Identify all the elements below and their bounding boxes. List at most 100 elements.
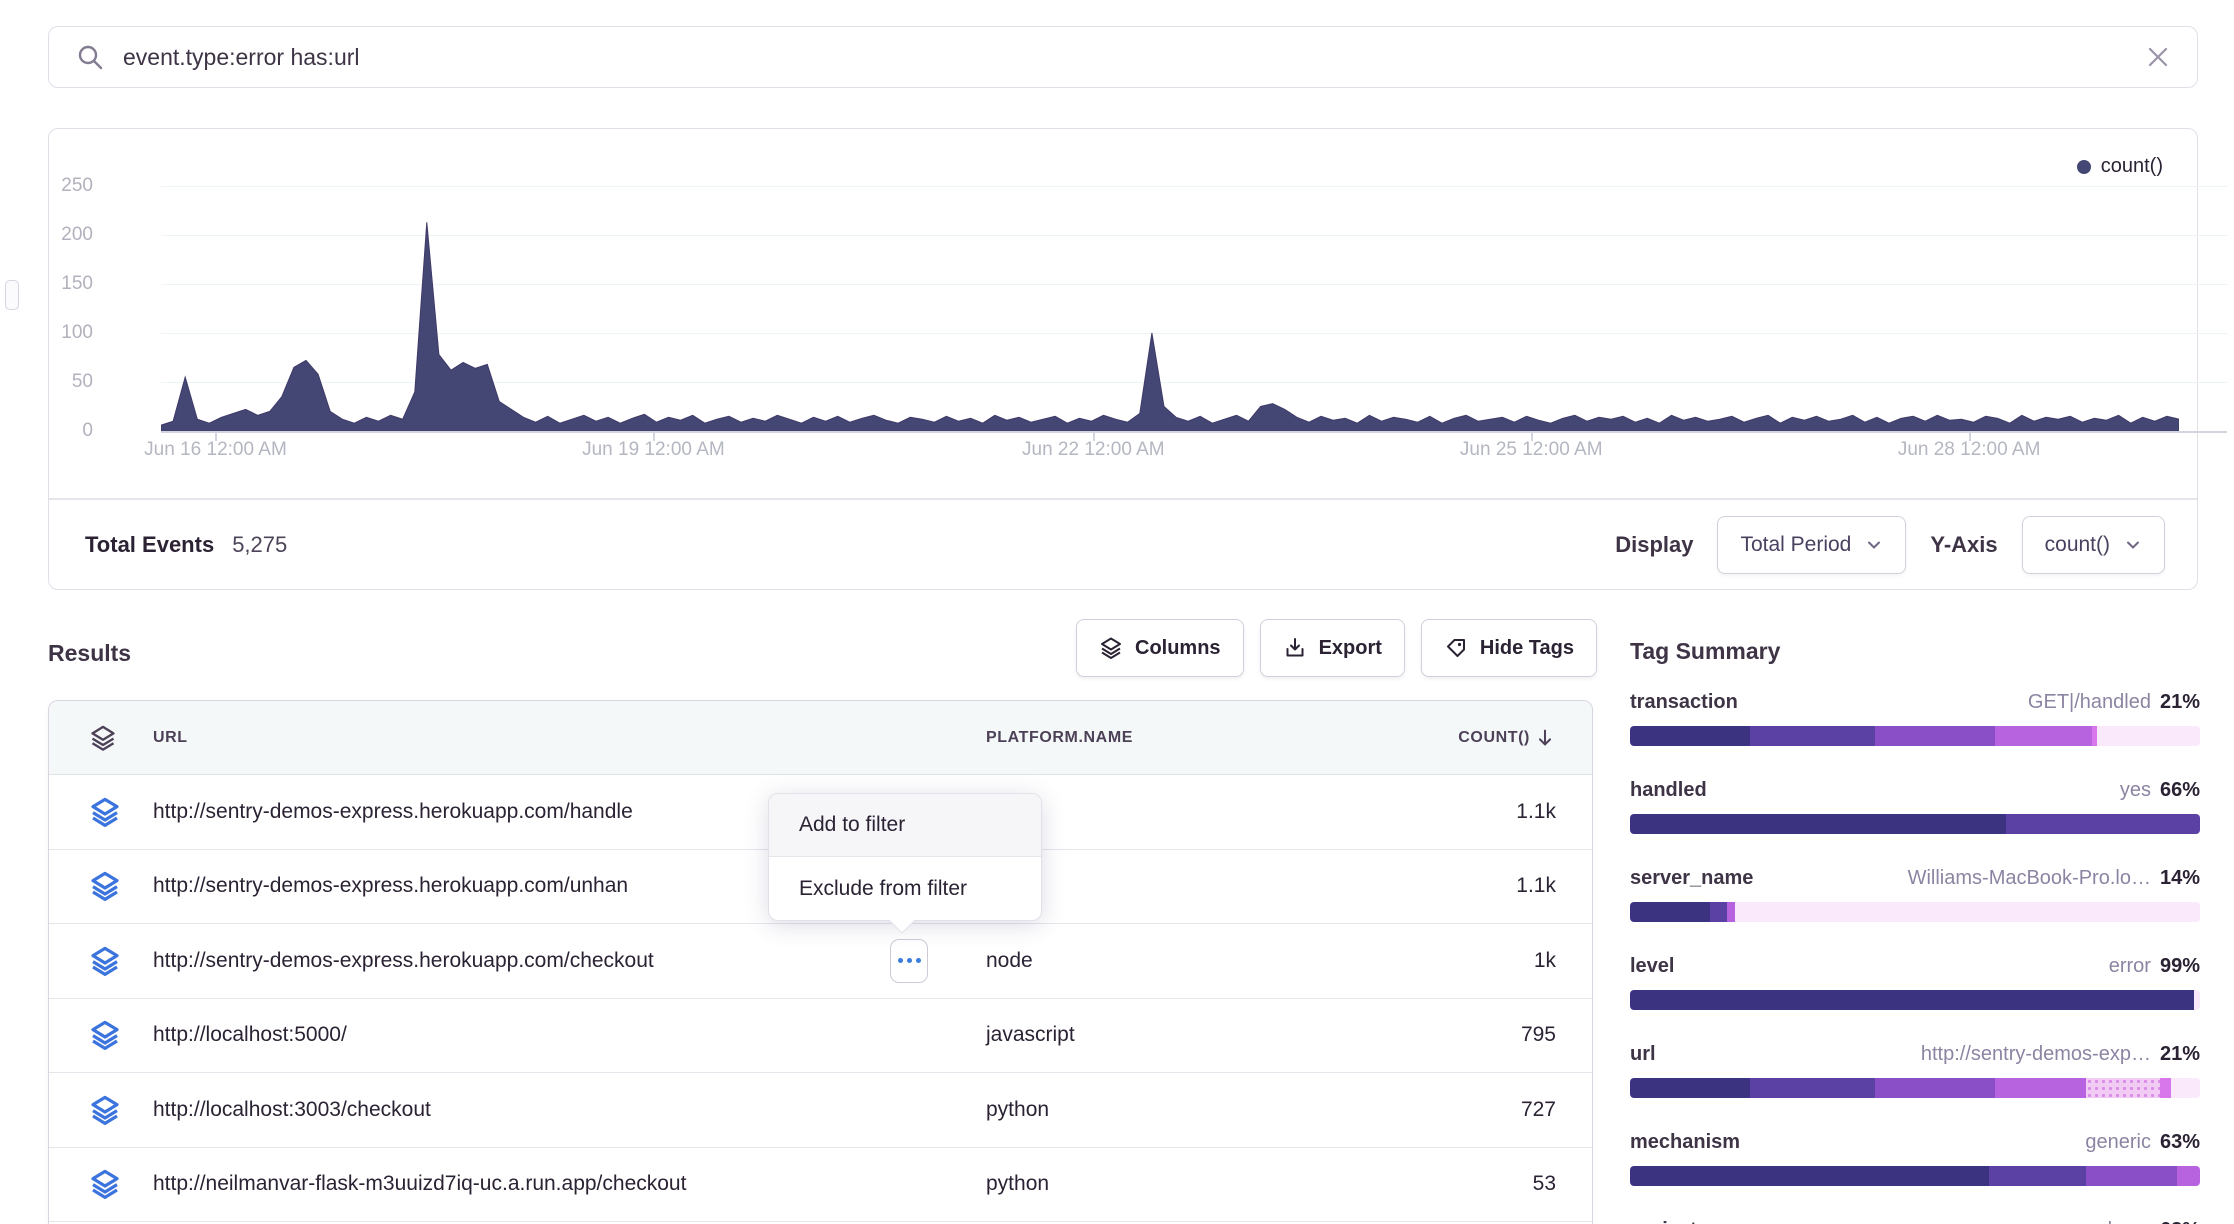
tag-segment[interactable] <box>2171 1078 2200 1098</box>
tag-name: level <box>1630 955 1674 978</box>
tag-top-value[interactable]: GET|/handled <box>2028 691 2151 714</box>
tag-name: transaction <box>1630 691 1738 714</box>
table-row: http://neilmanvar-flask-m3uuizd7iq-uc.a.… <box>49 1148 1592 1223</box>
url-cell[interactable]: http://localhost:3003/checkout <box>153 1098 986 1122</box>
stack-icon[interactable] <box>89 1168 121 1200</box>
tag-top-value[interactable]: http://sentry-demos-exp… <box>1921 1043 2151 1066</box>
chevron-down-icon <box>2124 536 2142 554</box>
count-cell[interactable]: 795 <box>1406 1023 1556 1047</box>
tag-segment[interactable] <box>1735 902 2200 922</box>
tag-top-value[interactable]: generic <box>2085 1131 2151 1154</box>
count-cell[interactable]: 1.1k <box>1406 800 1556 824</box>
cell-actions-button[interactable] <box>890 939 928 983</box>
count-cell[interactable]: 727 <box>1406 1098 1556 1122</box>
results-table: URL PLATFORM.NAME COUNT() http://sentry-… <box>48 700 1593 1224</box>
tag-name: server_name <box>1630 867 1753 890</box>
url-cell[interactable]: http://localhost:5000/ <box>153 1023 986 1047</box>
display-select[interactable]: Total Period <box>1717 516 1906 574</box>
tag-segment[interactable] <box>1630 1078 1750 1098</box>
header-count[interactable]: COUNT() <box>1406 727 1556 749</box>
count-cell[interactable]: 1k <box>1406 949 1556 973</box>
tag-segment[interactable] <box>2086 1078 2160 1098</box>
legend-label: count() <box>2101 155 2163 178</box>
tag-top-value[interactable]: yes <box>2120 779 2151 802</box>
stack-icon[interactable] <box>89 1019 121 1051</box>
stack-icon[interactable] <box>89 796 121 828</box>
y-tick-label: 150 <box>23 273 93 295</box>
tag-top-value[interactable]: error <box>2109 955 2151 978</box>
export-button[interactable]: Export <box>1260 619 1405 677</box>
chart-footer: Total Events 5,275 Display Total Period … <box>49 500 2197 590</box>
y-axis-select[interactable]: count() <box>2022 516 2165 574</box>
x-tick-label: Jun 19 12:00 AM <box>582 439 725 461</box>
tag-segment[interactable] <box>1630 990 2194 1010</box>
tag-segment[interactable] <box>2006 814 2200 834</box>
tag-segment[interactable] <box>2086 1166 2177 1186</box>
tag-summary-panel: Tag Summary transactionGET|/handled21%ha… <box>1630 638 2200 1224</box>
tag-row-transaction: transactionGET|/handled21% <box>1630 691 2200 746</box>
header-url[interactable]: URL <box>153 729 986 747</box>
tag-segment[interactable] <box>1875 1078 1995 1098</box>
panel-collapse-handle[interactable] <box>5 280 19 310</box>
tag-distribution-bar[interactable] <box>1630 726 2200 746</box>
total-events-value: 5,275 <box>232 532 287 558</box>
stack-icon[interactable] <box>89 945 121 977</box>
platform-cell[interactable]: node <box>986 949 1406 973</box>
stack-icon[interactable] <box>89 1094 121 1126</box>
tag-distribution-bar[interactable] <box>1630 990 2200 1010</box>
tag-segment[interactable] <box>1630 1166 1989 1186</box>
tag-segment[interactable] <box>2194 990 2200 1010</box>
menu-item-add-to-filter[interactable]: Add to filter <box>769 794 1041 857</box>
tag-segment[interactable] <box>1727 902 1736 922</box>
count-cell[interactable]: 1.1k <box>1406 874 1556 898</box>
discover-page: count() 250200150100500 Jun 16 12:00 AMJ… <box>0 0 2234 1224</box>
tag-distribution-bar[interactable] <box>1630 1078 2200 1098</box>
hide-tags-button[interactable]: Hide Tags <box>1421 619 1597 677</box>
tag-segment[interactable] <box>1710 902 1727 922</box>
tag-row-level: levelerror99% <box>1630 955 2200 1010</box>
tag-segment[interactable] <box>2097 726 2200 746</box>
y-axis-label: Y-Axis <box>1930 532 1997 558</box>
stack-icon[interactable] <box>89 724 121 752</box>
tag-segment[interactable] <box>1989 1166 2086 1186</box>
tag-segment[interactable] <box>2177 1166 2200 1186</box>
tag-distribution-bar[interactable] <box>1630 814 2200 834</box>
chart-x-axis-line <box>161 431 2227 433</box>
display-select-value: Total Period <box>1740 533 1851 557</box>
tag-segment[interactable] <box>1630 814 2006 834</box>
url-cell[interactable]: http://neilmanvar-flask-m3uuizd7iq-uc.a.… <box>153 1172 986 1196</box>
columns-button[interactable]: Columns <box>1076 619 1244 677</box>
tag-segment[interactable] <box>1875 726 1995 746</box>
tag-segment[interactable] <box>1995 1078 2086 1098</box>
tag-summary-title: Tag Summary <box>1630 638 2200 665</box>
tag-distribution-bar[interactable] <box>1630 1166 2200 1186</box>
tag-segment[interactable] <box>1995 726 2092 746</box>
tag-segment[interactable] <box>1630 902 1710 922</box>
events-area-chart <box>161 181 2179 431</box>
tag-segment[interactable] <box>1750 1078 1875 1098</box>
chart-legend[interactable]: count() <box>2077 155 2163 178</box>
platform-cell[interactable]: python <box>986 1172 1406 1196</box>
tag-segment[interactable] <box>1750 726 1875 746</box>
stack-icon[interactable] <box>89 870 121 902</box>
tag-top-value[interactable]: express-demo <box>2024 1219 2151 1224</box>
stack-icon <box>1099 636 1123 660</box>
search-input[interactable] <box>123 44 2145 71</box>
tag-segment[interactable] <box>2160 1078 2171 1098</box>
download-icon <box>1283 636 1307 660</box>
x-tick-label: Jun 22 12:00 AM <box>1022 439 1165 461</box>
clear-search-icon[interactable] <box>2145 44 2171 70</box>
hide-tags-button-label: Hide Tags <box>1480 637 1574 660</box>
results-title: Results <box>48 640 131 667</box>
header-platform[interactable]: PLATFORM.NAME <box>986 729 1406 747</box>
tag-row-handled: handledyes66% <box>1630 779 2200 834</box>
platform-cell[interactable]: python <box>986 1098 1406 1122</box>
platform-cell[interactable]: javascript <box>986 1023 1406 1047</box>
tag-segment[interactable] <box>1630 726 1750 746</box>
tag-distribution-bar[interactable] <box>1630 902 2200 922</box>
url-cell[interactable]: http://sentry-demos-express.herokuapp.co… <box>153 949 986 973</box>
tag-top-percent: 63% <box>2160 1219 2200 1224</box>
columns-button-label: Columns <box>1135 637 1221 660</box>
tag-top-value[interactable]: Williams-MacBook-Pro.lo… <box>1908 867 2151 890</box>
count-cell[interactable]: 53 <box>1406 1172 1556 1196</box>
